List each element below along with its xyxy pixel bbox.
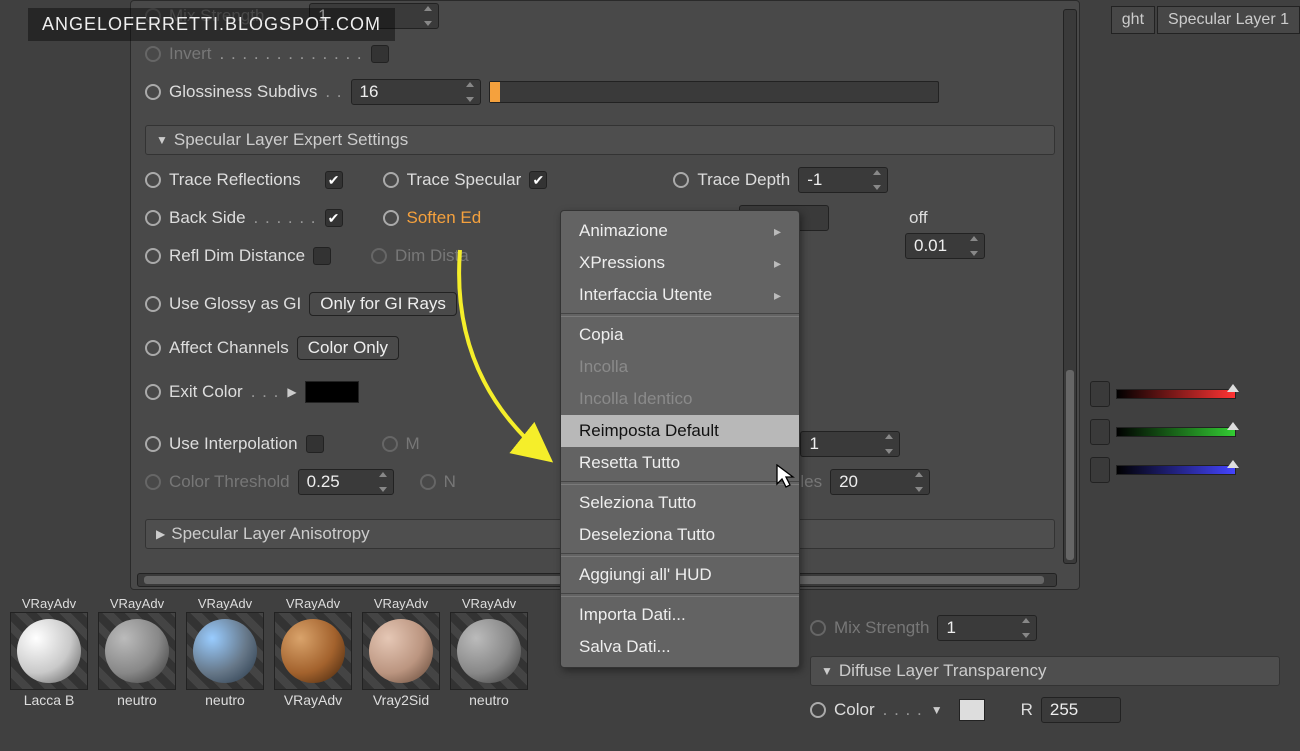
use-interp-label: Use Interpolation [169,434,298,454]
right-panel: Mix Strength 1 ▼ Diffuse Layer Transpare… [810,610,1280,728]
trace-spec-label: Trace Specular [407,170,522,190]
dim-dist-label: Dim Dista [395,246,469,266]
scrollbar-thumb[interactable] [1066,370,1074,560]
samples-input[interactable]: 20 [830,469,930,495]
color-thresh-label: Color Threshold [169,472,290,492]
section-aniso-label: Specular Layer Anisotropy [171,524,369,544]
g-spin[interactable] [1090,419,1110,445]
r-value-input[interactable]: 255 [1041,697,1121,723]
expand-icon: ▼ [821,664,833,678]
affect-ch-dropdown[interactable]: Color Only [297,336,399,360]
back-side-anim[interactable] [145,210,161,226]
vertical-scrollbar[interactable] [1063,9,1077,564]
thumb-4[interactable]: VRayAdv Vray2Sid [360,596,442,708]
r-color-anim[interactable] [810,702,826,718]
ctx-reimposta-default[interactable]: Reimposta Default [561,415,799,447]
watermark: ANGELOFERRETTI.BLOGSPOT.COM [28,8,395,41]
section-diffuse-transparency[interactable]: ▼ Diffuse Layer Transparency [810,656,1280,686]
gloss-subdivs-input[interactable]: 16 [351,79,481,105]
ctx-aggiungi-hud[interactable]: Aggiungi all' HUD [561,559,799,591]
r-mix-input[interactable]: 1 [937,615,1037,641]
trace-refl-anim[interactable] [145,172,161,188]
use-glossy-anim[interactable] [145,296,161,312]
affect-ch-anim[interactable] [145,340,161,356]
color-swatch[interactable] [959,699,985,721]
ctx-xpressions[interactable]: XPressions▸ [561,247,799,279]
exit-color-label: Exit Color [169,382,243,402]
trace-depth-anim[interactable] [673,172,689,188]
b-slider[interactable] [1116,465,1236,475]
affect-ch-label: Affect Channels [169,338,289,358]
use-interp-anim[interactable] [145,436,161,452]
soften-edge-label: Soften Ed [407,208,482,228]
invert-anim-circle[interactable] [145,46,161,62]
section-expert-settings[interactable]: ▼ Specular Layer Expert Settings [145,125,1055,155]
expand-icon: ▼ [156,133,168,147]
diffuse-trans-label: Diffuse Layer Transparency [839,661,1047,681]
tab-weight[interactable]: ght [1111,6,1155,34]
ctx-salva-dati[interactable]: Salva Dati... [561,631,799,663]
invert-checkbox[interactable] [371,45,389,63]
trace-depth-label: Trace Depth [697,170,790,190]
r-color-label: Color [834,700,875,720]
cutoff-input-real[interactable]: 0.01 [905,233,985,259]
back-side-checkbox[interactable]: ✔ [325,209,343,227]
r-mix-anim[interactable] [810,620,826,636]
use-glossy-dropdown[interactable]: Only for GI Rays [309,292,457,316]
g-slider[interactable] [1116,427,1236,437]
thumb-1[interactable]: VRayAdv neutro [96,596,178,708]
ctx-deseleziona-tutto[interactable]: Deseleziona Tutto [561,519,799,551]
thumb-3[interactable]: VRayAdv VRayAdv [272,596,354,708]
ctx-importa-dati[interactable]: Importa Dati... [561,599,799,631]
r-mix-label: Mix Strength [834,618,929,638]
b-spin[interactable] [1090,457,1110,483]
gloss-subdivs-slider[interactable] [489,81,939,103]
ctx-interfaccia[interactable]: Interfaccia Utente▸ [561,279,799,311]
refl-dim-checkbox[interactable] [313,247,331,265]
n-anim[interactable] [420,474,436,490]
back-side-label: Back Side [169,208,246,228]
trace-refl-label: Trace Reflections [169,170,301,190]
trace-spec-anim[interactable] [383,172,399,188]
material-thumbnails: VRayAdv Lacca B VRayAdv neutro VRayAdv n… [8,596,530,708]
ctx-resetta-tutto[interactable]: Resetta Tutto [561,447,799,479]
color-thresh-anim[interactable] [145,474,161,490]
dim-dist-anim[interactable] [371,248,387,264]
refl-dim-label: Refl Dim Distance [169,246,305,266]
max-rate-input[interactable]: 1 [800,431,900,457]
trace-depth-input[interactable]: -1 [798,167,888,193]
ctx-copia[interactable]: Copia [561,319,799,351]
cursor-icon [776,464,798,490]
soften-edge-anim[interactable] [383,210,399,226]
ctx-incolla[interactable]: Incolla [561,351,799,383]
context-menu: Animazione▸ XPressions▸ Interfaccia Uten… [560,210,800,668]
trace-refl-checkbox[interactable]: ✔ [325,171,343,189]
exit-color-swatch[interactable] [305,381,359,403]
thumb-0[interactable]: VRayAdv Lacca B [8,596,90,708]
exit-color-anim[interactable] [145,384,161,400]
section-title-label: Specular Layer Expert Settings [174,130,408,150]
m-anim[interactable] [382,436,398,452]
thumb-5[interactable]: VRayAdv neutro [448,596,530,708]
use-glossy-label: Use Glossy as GI [169,294,301,314]
gloss-subdivs-anim[interactable] [145,84,161,100]
tab-specular-layer-1[interactable]: Specular Layer 1 [1157,6,1300,34]
thumb-2[interactable]: VRayAdv neutro [184,596,266,708]
gloss-subdivs-label: Glossiness Subdivs [169,82,317,102]
ctx-incolla-identico[interactable]: Incolla Identico [561,383,799,415]
trace-spec-checkbox[interactable]: ✔ [529,171,547,189]
tabs: ght Specular Layer 1 [1111,6,1300,34]
collapse-icon: ▶ [156,527,165,541]
invert-label: Invert [169,44,212,64]
refl-dim-anim[interactable] [145,248,161,264]
color-thresh-input[interactable]: 0.25 [298,469,394,495]
ctx-animazione[interactable]: Animazione▸ [561,215,799,247]
ctx-seleziona-tutto[interactable]: Seleziona Tutto [561,487,799,519]
r-slider[interactable] [1116,389,1236,399]
rgb-sliders [1090,375,1300,489]
r-spin[interactable] [1090,381,1110,407]
use-interp-checkbox[interactable] [306,435,324,453]
